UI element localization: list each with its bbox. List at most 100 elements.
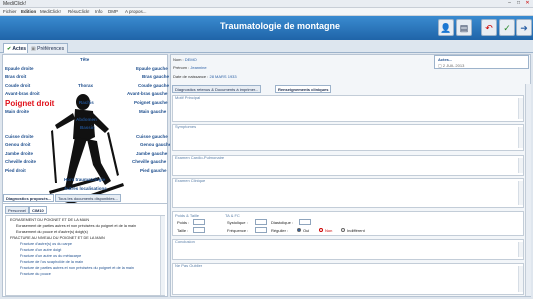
body-label-thorax[interactable]: Thorax xyxy=(78,83,93,88)
acte-date: ▢ 2 JUIL 2013 xyxy=(438,63,465,68)
tree-row[interactable]: Fracture de parties autres et non précis… xyxy=(20,266,134,270)
body-label-bras-droit[interactable]: Bras droit xyxy=(5,74,26,79)
tree-row[interactable]: Fracture de l'os scaphoïde de la main xyxy=(20,260,83,264)
body-label-main-gauche[interactable]: Main gauche xyxy=(139,109,166,114)
tree-row[interactable]: Fracture d'un autre os du métacarpe xyxy=(20,254,81,258)
patient-prenom: Prénom : Jeannine xyxy=(173,65,207,70)
body-label-coude-gauche[interactable]: Coude gauche xyxy=(138,83,169,88)
systolique-label: Systolique : xyxy=(227,220,248,225)
section-ne-pas-oublier[interactable]: Ne Pas Oublier xyxy=(172,263,524,295)
section-symptomes[interactable]: Symptomes xyxy=(172,124,524,151)
body-label-abdomen[interactable]: Abdomen xyxy=(76,117,97,122)
body-label-poignet-droit[interactable]: Poignet droit xyxy=(5,99,54,108)
cim10-tree-panel: Personnel CIM10 ECRASEMENT DU POIGNET ET… xyxy=(2,203,168,297)
menu-dmp[interactable]: DMP xyxy=(108,9,118,14)
body-label-cheville-gauche[interactable]: Cheville gauche xyxy=(132,159,166,164)
window-title: MediClick! xyxy=(3,1,27,7)
tree-row[interactable]: FRACTURE AU NIVEAU DU POIGNET ET DE LA M… xyxy=(10,236,105,240)
menu-edition[interactable]: Edition xyxy=(21,9,36,14)
exit-icon[interactable]: ➜ xyxy=(516,19,532,36)
poids-label: Poids : xyxy=(177,220,190,225)
patient-nom-value: DEMO xyxy=(184,57,197,62)
regulier-label: Régulier : xyxy=(271,228,289,233)
tree-row[interactable]: Ecrasement du pouce et d'autre(s) doigt(… xyxy=(16,230,88,234)
body-label-epaule-droite[interactable]: Epaule droite xyxy=(5,66,34,71)
tree-row[interactable]: ECRASEMENT DU POIGNET ET DE LA MAIN xyxy=(10,218,89,222)
menu-fichier[interactable]: Fichier xyxy=(3,9,17,14)
diastolique-input[interactable] xyxy=(299,219,311,225)
body-label-genou-droit[interactable]: Genou droit xyxy=(5,142,31,147)
body-label-epaule-gauche[interactable]: Epaule gauche xyxy=(136,66,168,71)
tree-row[interactable]: Fracture du pouce xyxy=(20,272,51,276)
body-label-cuisse-gauche[interactable]: Cuisse gauche xyxy=(136,134,168,139)
body-label-genou-gauche[interactable]: Genou gauche xyxy=(140,142,171,147)
menu-info[interactable]: Info xyxy=(95,9,103,14)
body-label-bras-gauche[interactable]: Bras gauche xyxy=(142,74,169,79)
section-conclusion[interactable]: Conclusion xyxy=(172,239,524,260)
body-label-pied-gauche[interactable]: Pied gauche xyxy=(140,168,167,173)
body-label-hors-traumatologie[interactable]: Hors traumatologie xyxy=(64,177,105,182)
tree-row[interactable]: Ecrasement de parties autres et non préc… xyxy=(16,224,136,228)
body-label-poignet-gauche[interactable]: Poignet gauche xyxy=(134,100,168,105)
body-label-cuisse-droite[interactable]: Cuisse droite xyxy=(5,134,34,139)
tree-row[interactable]: Fracture d'un autre doigt xyxy=(20,248,61,252)
menu-apropos[interactable]: A propos... xyxy=(125,9,147,14)
section-examen-clinique[interactable]: Examen Clinique xyxy=(172,178,524,208)
regulier-indifferent-radio[interactable] xyxy=(341,228,345,232)
taille-label: Taille : xyxy=(177,228,189,233)
acte-label[interactable]: Actes... xyxy=(438,57,452,62)
body-label-jambe-droite[interactable]: Jambe droite xyxy=(5,151,33,156)
regulier-oui-radio[interactable] xyxy=(297,228,301,232)
minimize-icon[interactable]: – xyxy=(505,0,514,7)
body-label-jambe-gauche[interactable]: Jambe gauche xyxy=(136,151,167,156)
section-motif-principal[interactable]: Motif Principal xyxy=(172,95,524,122)
back-icon[interactable]: ↶ xyxy=(481,19,497,36)
document-icon[interactable]: ▤ xyxy=(456,19,472,36)
body-label-autres-localisations[interactable]: Autres localisations xyxy=(64,186,107,191)
save-icon[interactable]: ✓ xyxy=(499,19,515,36)
diastolique-label: Diastolique : xyxy=(271,220,294,225)
regulier-non-radio[interactable] xyxy=(319,228,323,232)
menu-mediclick[interactable]: MediClick! xyxy=(40,9,61,14)
section-examen-cardio[interactable]: Examen Cardio-Pulmonaire xyxy=(172,155,524,176)
maximize-icon[interactable]: □ xyxy=(514,0,523,7)
tree-scrollbar[interactable] xyxy=(160,216,165,295)
body-label-pied-droit[interactable]: Pied droit xyxy=(5,168,26,173)
body-label-rachis[interactable]: Rachis xyxy=(79,100,94,105)
body-label-coude-droit[interactable]: Coude droit xyxy=(5,83,30,88)
menu-bar: Fichier Edition MediClick! RésuClick! In… xyxy=(0,8,533,16)
patient-naissance-label: Date de naissance : xyxy=(173,74,209,79)
body-label-main-droite[interactable]: Main droite xyxy=(5,109,29,114)
settings-icon: ▣ xyxy=(31,46,36,52)
frequence-label: Fréquence : xyxy=(227,228,249,233)
section-label: Motif Principal xyxy=(175,95,201,100)
clinical-scrollbar[interactable] xyxy=(525,84,531,296)
tab-diagnostics-proposes[interactable]: Diagnostics proposés... xyxy=(3,194,55,202)
user-icon[interactable]: 👤 xyxy=(438,19,454,36)
patient-nom: Nom : DEMO xyxy=(173,57,197,62)
tab-tous-documents[interactable]: Tous les documents disponibles... xyxy=(55,194,121,202)
tab-diagnostics-retenus[interactable]: Diagnostics retenus & Documents à imprim… xyxy=(172,85,262,93)
tab-actes-label: Actes xyxy=(12,46,27,52)
section-label: Examen Cardio-Pulmonaire xyxy=(175,155,225,160)
close-icon[interactable]: ✕ xyxy=(523,0,532,7)
body-label-avant-bras-droit[interactable]: Avant-bras droit xyxy=(5,91,40,96)
body-label-cheville-droite[interactable]: Cheville droite xyxy=(5,159,36,164)
patient-naissance-value: 28 MARS 1933 xyxy=(209,74,237,79)
tab-preferences[interactable]: ▣ Préférences xyxy=(27,43,69,53)
body-label-tete[interactable]: Tête xyxy=(80,57,89,62)
frequence-input[interactable] xyxy=(255,227,267,233)
systolique-input[interactable] xyxy=(255,219,267,225)
tab-cim10[interactable]: CIM10 xyxy=(29,206,47,214)
body-label-bassin[interactable]: Bassin xyxy=(80,125,95,130)
taille-input[interactable] xyxy=(193,227,205,233)
tab-personnel[interactable]: Personnel xyxy=(5,206,30,214)
tree-row[interactable]: Fracture d'autre(s) os du carpe xyxy=(20,242,72,246)
app-header: Traumatologie de montagne 👤 ▤ ↶ ✓ ➜ xyxy=(0,16,533,40)
body-label-avant-bras-gauche[interactable]: Avant-bras gauche xyxy=(127,91,167,96)
poids-taille-title: Poids & Taille xyxy=(175,213,199,218)
poids-input[interactable] xyxy=(193,219,205,225)
tab-actes[interactable]: ✔ Actes xyxy=(3,43,31,53)
tab-renseignements-cliniques[interactable]: Renseignements cliniques xyxy=(275,85,332,93)
menu-resuclick[interactable]: RésuClick! xyxy=(68,9,90,14)
